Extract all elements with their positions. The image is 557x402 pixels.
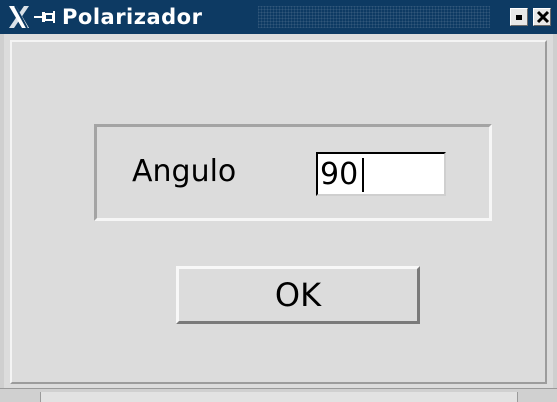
text-caret — [362, 158, 364, 192]
window-title: Polarizador — [62, 5, 203, 29]
x-window-logo-icon[interactable] — [6, 4, 32, 30]
minimize-button[interactable] — [510, 8, 528, 26]
window-frame-left — [0, 34, 4, 388]
ok-button[interactable]: OK — [176, 266, 420, 324]
polarizador-window: Polarizador Angulo OK — [0, 0, 557, 402]
close-icon — [536, 10, 550, 24]
bottom-frame-segment — [40, 392, 518, 402]
angle-input[interactable] — [316, 152, 446, 196]
window-frame-right — [553, 34, 557, 388]
title-bar[interactable]: Polarizador — [0, 0, 557, 34]
close-button[interactable] — [533, 8, 551, 26]
minimize-icon — [516, 15, 522, 20]
title-bar-texture — [258, 6, 490, 28]
pin-icon[interactable] — [34, 9, 56, 25]
angle-label: Angulo — [132, 154, 237, 189]
